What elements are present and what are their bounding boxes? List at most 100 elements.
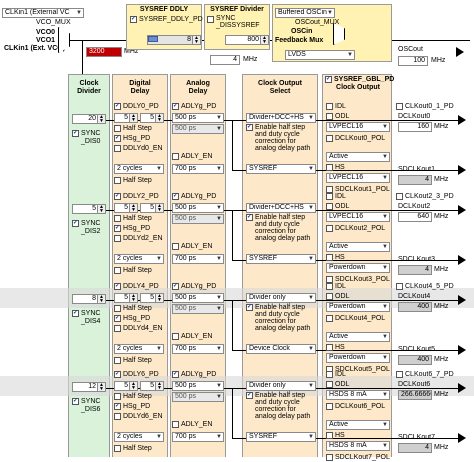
half-step2-checkbox[interactable]: Half Step: [114, 266, 152, 275]
fmt-b-select[interactable]: HSDS 8 mA ▼: [326, 441, 390, 451]
hs-pd-checkbox[interactable]: ✓ HSg_PD: [114, 402, 150, 411]
vco-freq-field[interactable]: 3200: [86, 47, 122, 57]
sync-dis-checkbox[interactable]: ✓ SYNC _DIS4: [72, 310, 107, 328]
odl-checkbox[interactable]: ODL: [326, 292, 349, 301]
clkin-select[interactable]: CLKin1 (External VC ▼: [2, 8, 84, 18]
half-step2-checkbox[interactable]: Half Step: [114, 356, 152, 365]
adly-c-select[interactable]: 700 ps ▼: [172, 432, 224, 442]
adly-c-select[interactable]: 700 ps ▼: [172, 254, 224, 264]
idl-checkbox[interactable]: IDL: [326, 102, 346, 111]
out-sel-b-select[interactable]: SYSREF ▼: [246, 432, 316, 442]
fmt-a-select[interactable]: LVPECL16 ▼: [326, 212, 390, 222]
state-select[interactable]: Active ▼: [326, 152, 390, 162]
sync-dis-checkbox[interactable]: ✓ SYNC _DIS2: [72, 220, 107, 238]
fmt-a-select[interactable]: HSDS 8 mA ▼: [326, 390, 390, 400]
oscout-format-select[interactable]: LVDS ▼: [285, 50, 355, 60]
half-step-checkbox[interactable]: Half Step: [114, 214, 152, 223]
adly-b-select[interactable]: 500 ps ▼: [172, 214, 224, 224]
fmt-b-select[interactable]: Powerdown ▼: [326, 353, 390, 363]
divider-stepper[interactable]: 12 ▲ ▼: [72, 382, 106, 392]
out-a-pd-checkbox[interactable]: CLKout2_3_PD: [396, 192, 454, 201]
hs-b-checkbox[interactable]: HS: [326, 253, 345, 262]
odl-checkbox[interactable]: ODL: [326, 202, 349, 211]
state-select[interactable]: Active ▼: [326, 332, 390, 342]
out-sel-a-select[interactable]: Divider+DCC+HS ▼: [246, 203, 316, 213]
adly-a-select[interactable]: 500 ps ▼: [172, 293, 224, 303]
out-sel-a-select[interactable]: Divider only ▼: [246, 381, 316, 391]
hs-pd-checkbox[interactable]: ✓ HSg_PD: [114, 314, 150, 323]
ddly-pd-checkbox[interactable]: ✓ DDLY6_PD: [114, 370, 159, 379]
out-sel-b-select[interactable]: SYSREF ▼: [246, 254, 316, 264]
out-sel-b-select[interactable]: SYSREF ▼: [246, 164, 316, 174]
sync-dis-checkbox[interactable]: ✓ SYNC _DIS6: [72, 398, 107, 416]
adly-pd-checkbox[interactable]: ✓ ADLYg_PD: [172, 370, 216, 379]
ddly-a-stepper[interactable]: 5 ▲ ▼: [114, 293, 138, 303]
out-a-pd-checkbox[interactable]: CLKout6_7_PD: [396, 370, 454, 379]
ddly-pd-checkbox[interactable]: ✓ DDLY2_PD: [114, 192, 159, 201]
out-sel-b-select[interactable]: Device Clock ▼: [246, 344, 316, 354]
fmt-b-select[interactable]: Powerdown ▼: [326, 263, 390, 273]
fmt-a-select[interactable]: LVPECL16 ▼: [326, 122, 390, 132]
out-sel-a-select[interactable]: Divider+DCC+HS ▼: [246, 113, 316, 123]
fmt-b-select[interactable]: LVPECL16 ▼: [326, 173, 390, 183]
half-step2-checkbox[interactable]: Half Step: [114, 444, 152, 453]
divider-stepper[interactable]: 8 ▲ ▼: [72, 294, 106, 304]
adly-b-select[interactable]: 500 ps ▼: [172, 124, 224, 134]
ddly-a-stepper[interactable]: 5 ▲ ▼: [114, 381, 138, 391]
sysref-ddly-pd-checkbox[interactable]: ✓ SYSREF_DDLY_PD: [130, 15, 203, 24]
half-step-checkbox[interactable]: Half Step: [114, 124, 152, 133]
cycles-select[interactable]: 2 cycles ▼: [114, 164, 164, 174]
cycles-select[interactable]: 2 cycles ▼: [114, 432, 164, 442]
pol-a-checkbox[interactable]: DCLKout6_POL: [326, 402, 385, 411]
enable-dcc-checkbox[interactable]: ✓ Enable half step and duty cycle correct…: [246, 124, 317, 152]
pol-b-checkbox[interactable]: SDCLKout7_POL: [326, 453, 390, 462]
sync-dissysref-checkbox[interactable]: SYNC _DISSYSREF: [207, 15, 266, 31]
adly-a-select[interactable]: 500 ps ▼: [172, 203, 224, 213]
half-step2-checkbox[interactable]: Half Step: [114, 176, 152, 185]
adly-b-select[interactable]: 500 ps ▼: [172, 304, 224, 314]
state-select[interactable]: Active ▼: [326, 420, 390, 430]
adly-c-select[interactable]: 700 ps ▼: [172, 344, 224, 354]
half-step-checkbox[interactable]: Half Step: [114, 392, 152, 401]
pol-a-checkbox[interactable]: DCLKout0_POL: [326, 134, 385, 143]
adly-en-checkbox[interactable]: ADLY_EN: [172, 420, 212, 429]
hs-pd-checkbox[interactable]: ✓ HSg_PD: [114, 134, 150, 143]
ddly-pd-checkbox[interactable]: ✓ DDLY0_PD: [114, 102, 159, 111]
ddly-a-stepper[interactable]: 5 ▲ ▼: [114, 203, 138, 213]
hs-b-checkbox[interactable]: HS: [326, 163, 345, 172]
ddlyd-en-checkbox[interactable]: DDLYd4_EN: [114, 324, 163, 333]
oscin-select[interactable]: Buffered OSCin ▼: [275, 8, 335, 18]
adly-en-checkbox[interactable]: ADLY_EN: [172, 332, 212, 341]
ddly-pd-checkbox[interactable]: ✓ DDLY4_PD: [114, 282, 159, 291]
ddlyd-en-checkbox[interactable]: DDLYd0_EN: [114, 144, 163, 153]
ddly-b-stepper[interactable]: 5 ▲ ▼: [140, 293, 164, 303]
hs-b-checkbox[interactable]: HS: [326, 343, 345, 352]
adly-a-select[interactable]: 500 ps ▼: [172, 381, 224, 391]
ddly-a-stepper[interactable]: 5 ▲ ▼: [114, 113, 138, 123]
ddlyd-en-checkbox[interactable]: DDLYd6_EN: [114, 412, 163, 421]
adly-pd-checkbox[interactable]: ✓ ADLYg_PD: [172, 102, 216, 111]
hs-pd-checkbox[interactable]: ✓ HSg_PD: [114, 224, 150, 233]
adly-en-checkbox[interactable]: ADLY_EN: [172, 242, 212, 251]
out-sel-a-select[interactable]: Divider only ▼: [246, 293, 316, 303]
adly-en-checkbox[interactable]: ADLY_EN: [172, 152, 212, 161]
sync-dis-checkbox[interactable]: ✓ SYNC _DIS0: [72, 130, 107, 148]
cycles-select[interactable]: 2 cycles ▼: [114, 254, 164, 264]
hs-b-checkbox[interactable]: HS: [326, 431, 345, 440]
divider-stepper[interactable]: 20 ▲ ▼: [72, 114, 106, 124]
enable-dcc-checkbox[interactable]: ✓ Enable half step and duty cycle correct…: [246, 392, 317, 420]
out-a-pd-checkbox[interactable]: CLKout0_1_PD: [396, 102, 454, 111]
idl-checkbox[interactable]: IDL: [326, 370, 346, 379]
odl-checkbox[interactable]: ODL: [326, 112, 349, 121]
pol-a-checkbox[interactable]: DCLKout2_POL: [326, 224, 385, 233]
divider-stepper[interactable]: 5 ▲ ▼: [72, 204, 106, 214]
idl-checkbox[interactable]: IDL: [326, 192, 346, 201]
sysref-div-stepper[interactable]: 800 ▲ ▼: [225, 35, 269, 45]
cycles-select[interactable]: 2 cycles ▼: [114, 344, 164, 354]
ddlyd-en-checkbox[interactable]: DDLYd2_EN: [114, 234, 163, 243]
ddly-b-stepper[interactable]: 5 ▲ ▼: [140, 113, 164, 123]
idl-checkbox[interactable]: IDL: [326, 282, 346, 291]
ddly-b-stepper[interactable]: 5 ▲ ▼: [140, 381, 164, 391]
pol-a-checkbox[interactable]: DCLKout4_POL: [326, 314, 385, 323]
out-a-pd-checkbox[interactable]: CLKout4_5_PD: [396, 282, 454, 291]
